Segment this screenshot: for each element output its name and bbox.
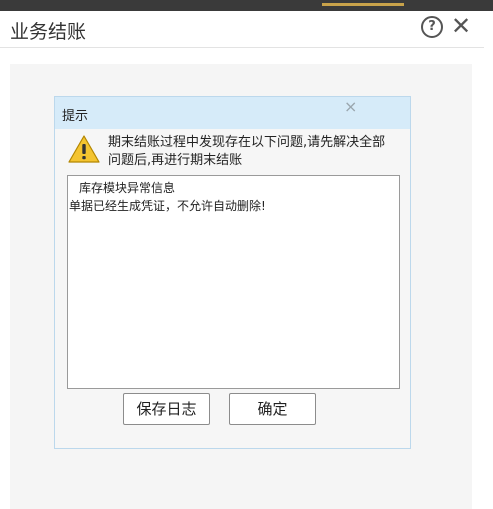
dialog-close-icon[interactable]: ×: [344, 97, 357, 116]
log-entry: 单据已经生成凭证，不允许自动删除!: [69, 199, 266, 213]
error-log-box[interactable]: 库存模块异常信息 单据已经生成凭证，不允许自动删除!: [67, 175, 400, 389]
warning-message: 期末结账过程中发现存在以下问题,请先解决全部问题后,再进行期末结账: [108, 135, 386, 168]
dialog-title: 提示: [62, 109, 89, 124]
warning-icon: [68, 135, 100, 163]
close-icon[interactable]: ✕: [451, 12, 471, 40]
prompt-dialog: 提示 × 期末结账过程中发现存在以下问题,请先解决全部问题后,再进行期末结账 库…: [54, 96, 411, 449]
save-log-button[interactable]: 保存日志: [123, 393, 210, 425]
app-top-bar: [0, 0, 493, 11]
title-divider: [0, 47, 484, 48]
dialog-header: 提示 ×: [55, 97, 410, 129]
log-heading: 库存模块异常信息: [79, 181, 176, 195]
ok-button[interactable]: 确定: [229, 393, 316, 425]
help-icon[interactable]: ?: [421, 16, 443, 38]
window-title: 业务结账: [10, 21, 87, 43]
top-bar-active-tab-indicator: [322, 3, 404, 6]
